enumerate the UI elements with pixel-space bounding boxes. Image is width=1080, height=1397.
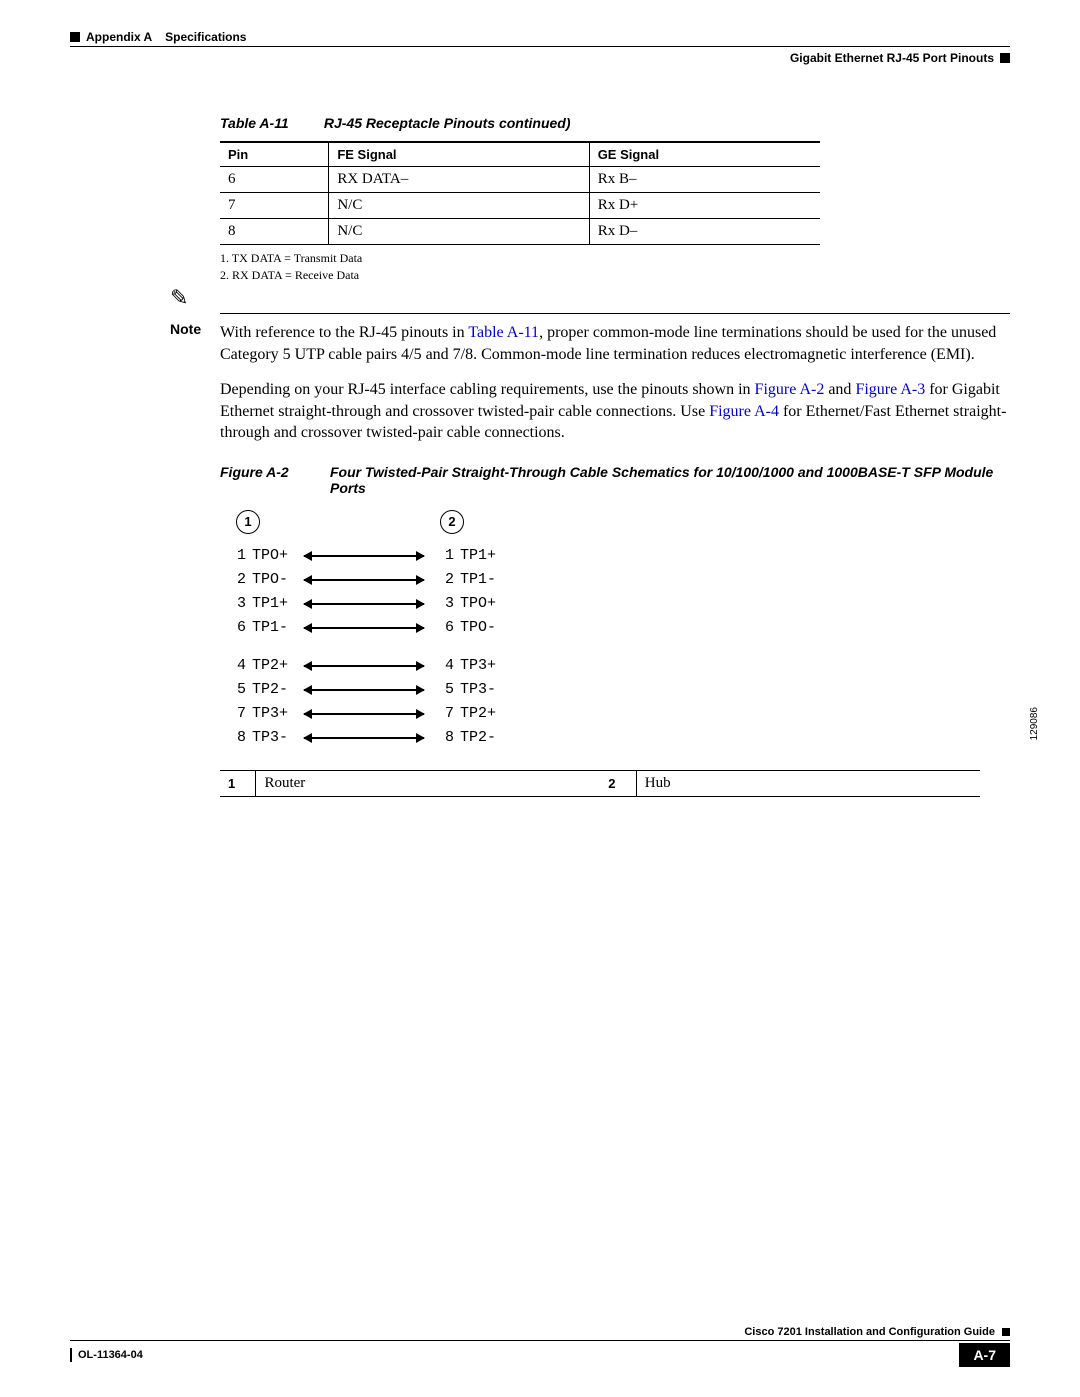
page-footer: Cisco 7201 Installation and Configuratio…	[70, 1326, 1010, 1367]
doc-number: OL-11364-04	[78, 1349, 143, 1361]
figure-caption: Figure A-2 Four Twisted-Pair Straight-Th…	[220, 464, 1010, 496]
table-row: 6 RX DATA– Rx B–	[220, 167, 820, 193]
table-row: 8 N/C Rx D–	[220, 219, 820, 245]
para-text: Depending on your RJ-45 interface cablin…	[220, 381, 755, 398]
table-footnotes: 1. TX DATA = Transmit Data 2. RX DATA = …	[220, 251, 1010, 283]
legend-value: Router	[256, 770, 600, 796]
cell-pin: 7	[220, 193, 329, 219]
wire-row: 8TP3-8TP2-	[230, 726, 1010, 750]
cell-pin: 8	[220, 219, 329, 245]
wire-row: 5TP2-5TP3-	[230, 678, 1010, 702]
note-text: With reference to the RJ-45 pinouts in T…	[220, 322, 1010, 365]
wire-row: 6TP1-6TPO-	[230, 616, 1010, 640]
para-text: and	[824, 381, 855, 398]
section-marker-icon	[1000, 53, 1010, 63]
double-arrow-icon	[304, 627, 424, 629]
table-caption: Table A-11 RJ-45 Receptacle Pinouts cont…	[220, 115, 1010, 131]
appendix-label: Appendix A	[86, 30, 152, 44]
double-arrow-icon	[304, 579, 424, 581]
footer-dot-icon	[1002, 1328, 1010, 1336]
page-header: Appendix A Specifications	[70, 30, 1010, 47]
cell-fe: RX DATA–	[329, 167, 589, 193]
pencil-icon: ✎	[170, 285, 188, 311]
cable-schematic: 1 2 1TPO+1TP1+ 2TPO-2TP1- 3TP1+3TPO+ 6TP…	[230, 510, 1010, 750]
footer-bar-icon	[70, 1348, 72, 1362]
cell-ge: Rx B–	[589, 167, 820, 193]
cell-fe: N/C	[329, 219, 589, 245]
double-arrow-icon	[304, 603, 424, 605]
legend-value: Hub	[636, 770, 980, 796]
wire-row: 1TPO+1TP1+	[230, 544, 1010, 568]
artwork-number: 129086	[1029, 707, 1040, 740]
xref-figure-a4[interactable]: Figure A-4	[709, 403, 779, 420]
section-title: Gigabit Ethernet RJ-45 Port Pinouts	[790, 51, 994, 65]
wire-row: 4TP2+4TP3+	[230, 654, 1010, 678]
note-pre: With reference to the RJ-45 pinouts in	[220, 324, 468, 341]
cell-ge: Rx D+	[589, 193, 820, 219]
guide-title: Cisco 7201 Installation and Configuratio…	[744, 1326, 995, 1338]
col-ge-signal: GE Signal	[589, 142, 820, 167]
body-paragraph: Depending on your RJ-45 interface cablin…	[220, 379, 1010, 444]
legend-key: 1	[220, 770, 256, 796]
table-number: Table A-11	[220, 115, 320, 131]
wire-row: 3TP1+3TPO+	[230, 592, 1010, 616]
endpoint-marker-2: 2	[440, 510, 464, 534]
note-label: Note	[170, 321, 201, 337]
col-fe-signal: FE Signal	[329, 142, 589, 167]
appendix-title: Specifications	[165, 30, 246, 44]
page-number: A-7	[959, 1343, 1010, 1367]
legend-key: 2	[600, 770, 636, 796]
figure-title: Four Twisted-Pair Straight-Through Cable…	[330, 464, 1010, 496]
table-row: 7 N/C Rx D+	[220, 193, 820, 219]
double-arrow-icon	[304, 689, 424, 691]
double-arrow-icon	[304, 555, 424, 557]
xref-figure-a3[interactable]: Figure A-3	[855, 381, 925, 398]
cell-ge: Rx D–	[589, 219, 820, 245]
double-arrow-icon	[304, 665, 424, 667]
xref-table-a11[interactable]: Table A-11	[468, 324, 539, 341]
section-header: Gigabit Ethernet RJ-45 Port Pinouts	[70, 51, 1010, 65]
table-title: RJ-45 Receptacle Pinouts continued)	[324, 115, 571, 131]
endpoint-marker-1: 1	[236, 510, 260, 534]
double-arrow-icon	[304, 737, 424, 739]
header-marker-icon	[70, 32, 80, 42]
xref-figure-a2[interactable]: Figure A-2	[755, 381, 825, 398]
figure-legend: 1 Router 2 Hub	[220, 770, 980, 797]
double-arrow-icon	[304, 713, 424, 715]
col-pin: Pin	[220, 142, 329, 167]
wire-row: 2TPO-2TP1-	[230, 568, 1010, 592]
figure-number: Figure A-2	[220, 464, 330, 496]
wire-row: 7TP3+7TP2+	[230, 702, 1010, 726]
footnote: 2. RX DATA = Receive Data	[220, 268, 1010, 283]
footnote: 1. TX DATA = Transmit Data	[220, 251, 1010, 266]
pinout-table: Pin FE Signal GE Signal 6 RX DATA– Rx B–…	[220, 141, 820, 245]
cell-pin: 6	[220, 167, 329, 193]
cell-fe: N/C	[329, 193, 589, 219]
